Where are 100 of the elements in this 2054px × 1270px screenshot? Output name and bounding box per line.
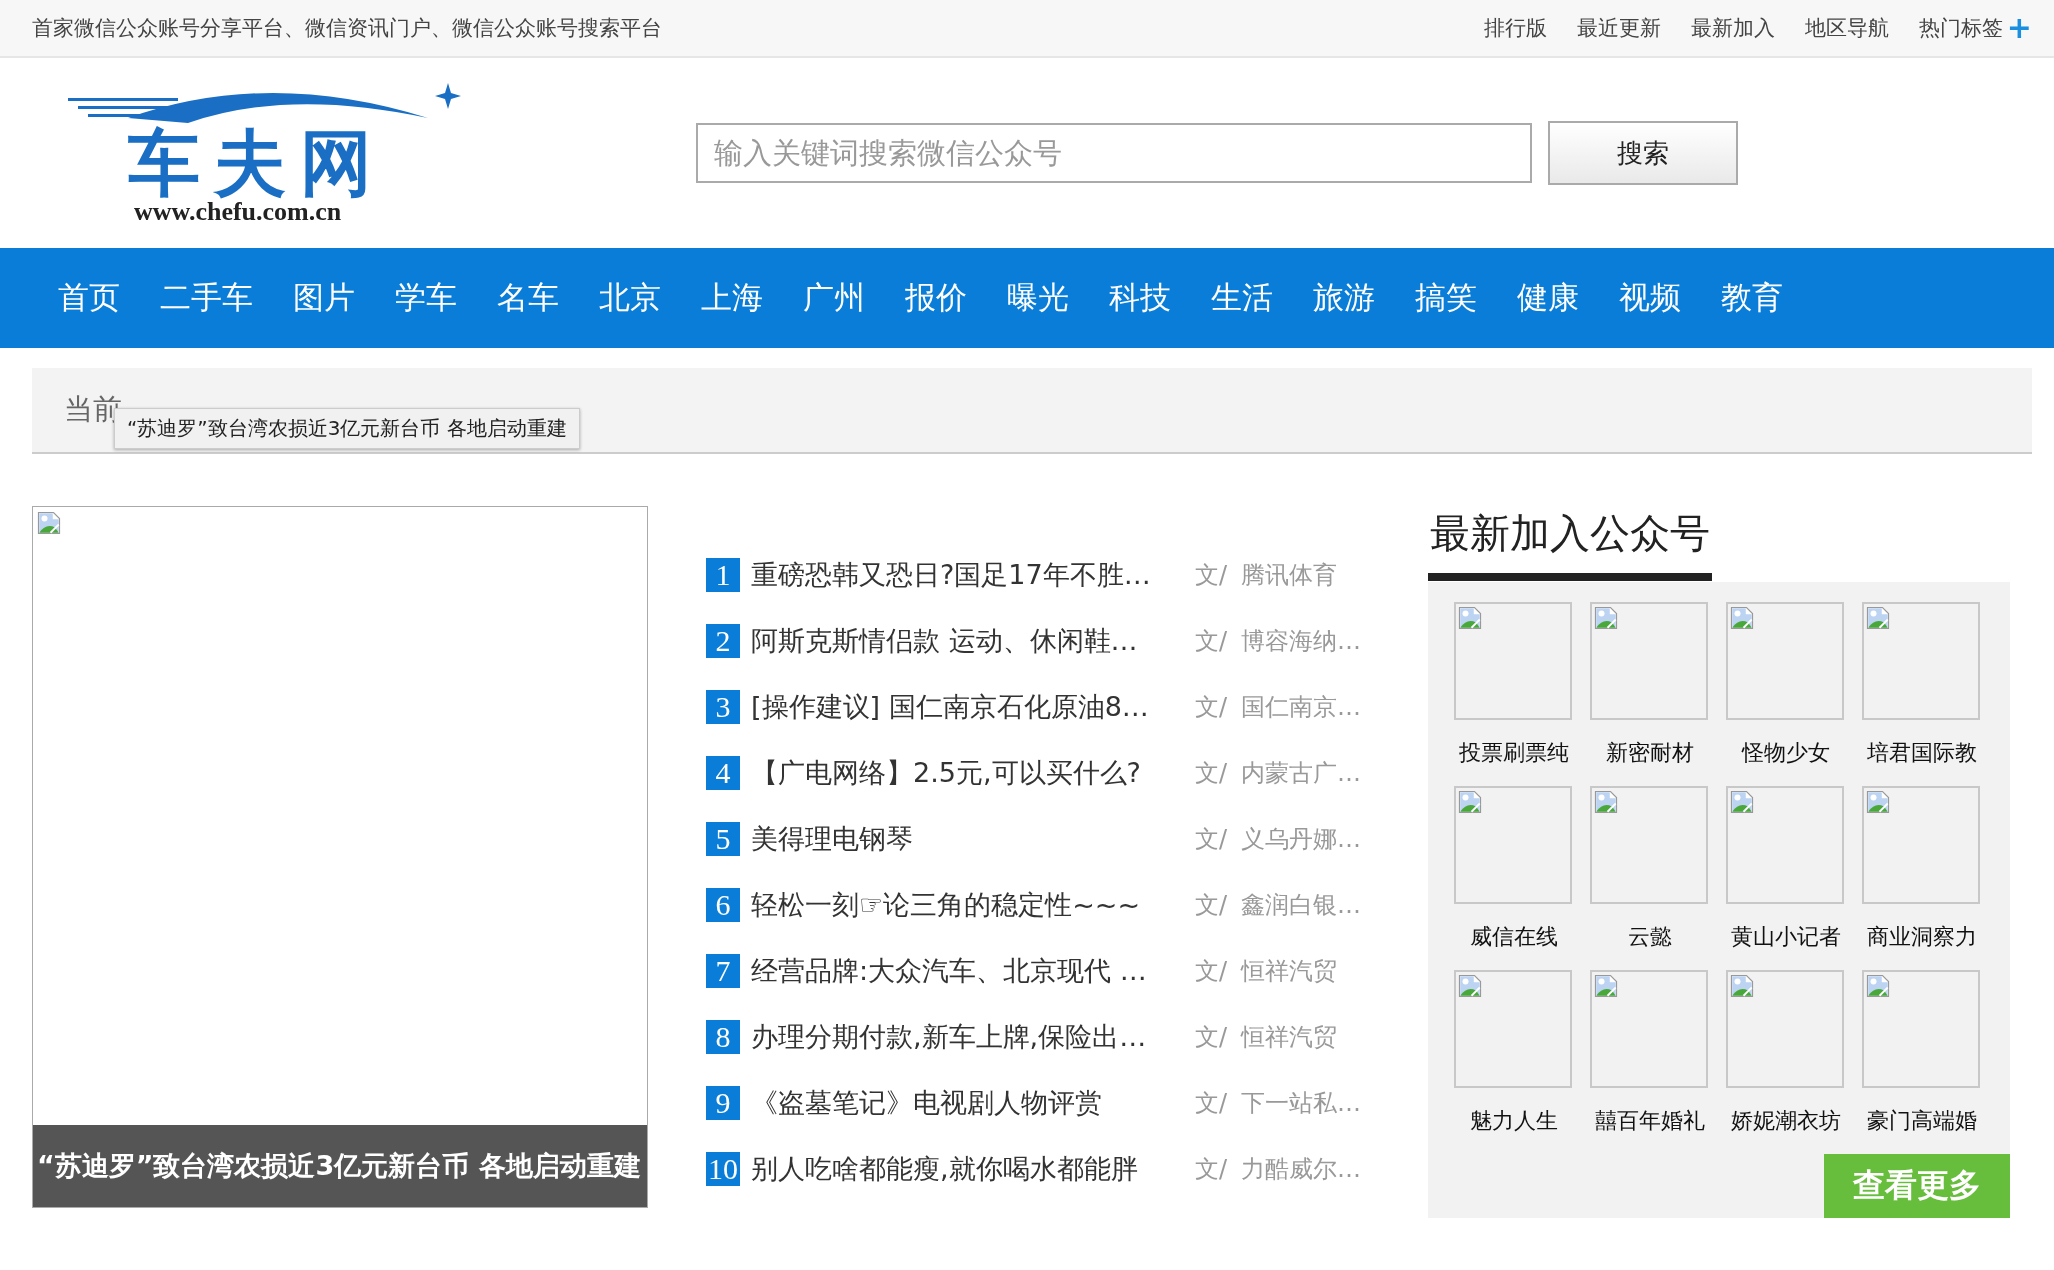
news-link[interactable]: 阿斯克斯情侣款 运动、休闲鞋… — [751, 623, 1191, 659]
nav-link[interactable]: 上海 — [701, 277, 763, 319]
news-link[interactable]: 别人吃啥都能瘦,就你喝水都能胖 — [751, 1151, 1191, 1187]
nav-link[interactable]: 学车 — [395, 277, 457, 319]
broken-image-icon — [1594, 974, 1618, 998]
account-thumbnail[interactable] — [1454, 970, 1572, 1088]
broken-image-icon — [1866, 790, 1890, 814]
account-thumbnail[interactable] — [1590, 786, 1708, 904]
rank-badge: 6 — [706, 888, 740, 922]
rank-badge: 5 — [706, 822, 740, 856]
account-thumbnail[interactable] — [1590, 970, 1708, 1088]
rank-badge: 7 — [706, 954, 740, 988]
broken-image-icon — [1458, 606, 1482, 630]
sparkle-icon — [435, 83, 461, 109]
account-link[interactable]: 怪物少女 — [1742, 720, 1830, 786]
top-link[interactable]: 地区导航 — [1804, 14, 1889, 42]
account-link[interactable]: 豪门高端婚 — [1867, 1088, 1977, 1154]
author-label: 文/ — [1195, 626, 1229, 657]
rank-badge: 1 — [706, 558, 740, 592]
rank-badge: 2 — [706, 624, 740, 658]
nav-link[interactable]: 教育 — [1721, 277, 1783, 319]
source-name: 恒祥汽贸 — [1241, 1022, 1337, 1053]
rank-badge: 9 — [706, 1086, 740, 1120]
author-label: 文/ — [1195, 1022, 1229, 1053]
search-button[interactable]: 搜索 — [1548, 121, 1738, 185]
rank-badge: 8 — [706, 1020, 740, 1054]
source-name: 恒祥汽贸 — [1241, 956, 1337, 987]
rank-badge: 10 — [706, 1152, 740, 1186]
broken-image-icon — [1730, 606, 1754, 630]
news-link[interactable]: 办理分期付款,新车上牌,保险出… — [751, 1019, 1191, 1055]
top-link[interactable]: 最新加入 — [1690, 14, 1775, 42]
account-link[interactable]: 魅力人生 — [1470, 1088, 1558, 1154]
account-link[interactable]: 培君国际教 — [1867, 720, 1977, 786]
news-link[interactable]: 重磅恐韩又恐日?国足17年不胜… — [751, 557, 1191, 593]
source-name: 力酷威尔… — [1241, 1154, 1361, 1185]
source-name: 义乌丹娜… — [1241, 824, 1361, 855]
nav-link[interactable]: 搞笑 — [1415, 277, 1477, 319]
account-thumbnail[interactable] — [1454, 786, 1572, 904]
nav-link[interactable]: 广州 — [803, 277, 865, 319]
news-link[interactable]: 经营品牌:大众汽车、北京现代 … — [751, 953, 1191, 989]
account-link[interactable]: 威信在线 — [1470, 904, 1558, 970]
nav-link[interactable]: 科技 — [1109, 277, 1171, 319]
author-label: 文/ — [1195, 1088, 1229, 1119]
nav-link[interactable]: 名车 — [497, 277, 559, 319]
author-label: 文/ — [1195, 824, 1229, 855]
account-link[interactable]: 黄山小记者 — [1731, 904, 1841, 970]
author-label: 文/ — [1195, 560, 1229, 591]
nav-link[interactable]: 二手车 — [160, 277, 253, 319]
account-thumbnail[interactable] — [1862, 970, 1980, 1088]
nav-link[interactable]: 首页 — [58, 277, 120, 319]
nav-link[interactable]: 生活 — [1211, 277, 1273, 319]
account-thumbnail[interactable] — [1726, 786, 1844, 904]
nav-link[interactable]: 健康 — [1517, 277, 1579, 319]
author-label: 文/ — [1195, 758, 1229, 789]
news-link[interactable]: 《盗墓笔记》电视剧人物评赏 — [751, 1085, 1191, 1121]
source-name: 博容海纳… — [1241, 626, 1361, 657]
logo[interactable]: 车夫网 www.chefu.com.cn — [68, 78, 468, 228]
featured-image[interactable]: “苏迪罗”致台湾农损近3亿元新台币 各地启动重建 — [32, 506, 648, 1208]
broken-image-icon — [1730, 790, 1754, 814]
account-thumbnail[interactable] — [1726, 970, 1844, 1088]
news-link[interactable]: 轻松一刻☞论三角的稳定性~~~ — [751, 887, 1191, 923]
author-label: 文/ — [1195, 1154, 1229, 1185]
rank-badge: 3 — [706, 690, 740, 724]
account-thumbnail[interactable] — [1862, 786, 1980, 904]
source-name: 内蒙古广… — [1241, 758, 1361, 789]
account-thumbnail[interactable] — [1590, 602, 1708, 720]
top-link[interactable]: 排行版 — [1483, 14, 1547, 42]
account-thumbnail[interactable] — [1726, 602, 1844, 720]
source-name: 下一站私… — [1241, 1088, 1361, 1119]
nav-link[interactable]: 北京 — [599, 277, 661, 319]
broken-image-icon — [37, 511, 61, 535]
image-caption[interactable]: “苏迪罗”致台湾农损近3亿元新台币 各地启动重建 — [33, 1125, 647, 1207]
top-link[interactable]: 热门标签 — [1918, 14, 2003, 42]
source-name: 国仁南京… — [1241, 692, 1361, 723]
news-link[interactable]: 美得理电钢琴 — [751, 821, 1191, 857]
author-label: 文/ — [1195, 956, 1229, 987]
account-thumbnail[interactable] — [1862, 602, 1980, 720]
account-link[interactable]: 新密耐材 — [1606, 720, 1694, 786]
nav-link[interactable]: 报价 — [905, 277, 967, 319]
account-thumbnail[interactable] — [1454, 602, 1572, 720]
account-link[interactable]: 商业洞察力 — [1867, 904, 1977, 970]
search-field[interactable]: 输入关键词搜索微信公众号 — [696, 123, 1532, 183]
top-link[interactable]: 最近更新 — [1576, 14, 1661, 42]
account-link[interactable]: 娇妮潮衣坊 — [1731, 1088, 1841, 1154]
tooltip: “苏迪罗”致台湾农损近3亿元新台币 各地启动重建 — [114, 408, 580, 449]
account-link[interactable]: 投票刷票纯 — [1459, 720, 1569, 786]
account-link[interactable]: 囍百年婚礼 — [1595, 1088, 1705, 1154]
broken-image-icon — [1594, 606, 1618, 630]
account-link[interactable]: 云懿 — [1628, 904, 1672, 970]
slogan-text: 首家微信公众账号分享平台、微信资讯门户、微信公众账号搜索平台 — [32, 15, 662, 42]
nav-link[interactable]: 曝光 — [1007, 277, 1069, 319]
nav-link[interactable]: 图片 — [293, 277, 355, 319]
broken-image-icon — [1594, 790, 1618, 814]
news-link[interactable]: 【广电网络】2.5元,可以买什么? — [751, 755, 1191, 791]
nav-link[interactable]: 视频 — [1619, 277, 1681, 319]
nav-link[interactable]: 旅游 — [1313, 277, 1375, 319]
news-link[interactable]: [操作建议] 国仁南京石化原油8… — [751, 689, 1191, 725]
broken-image-icon — [1458, 790, 1482, 814]
broken-image-icon — [1866, 974, 1890, 998]
broken-image-icon — [1866, 606, 1890, 630]
